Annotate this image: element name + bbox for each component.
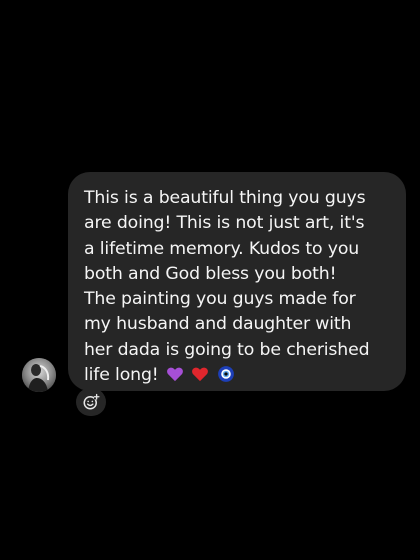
message-line: are doing! This is not just art, it's [84, 213, 365, 234]
message-line: her dada is going to be cherished [84, 339, 370, 360]
message-thread: This is a beautiful thing you guys are d… [0, 0, 420, 560]
message-line: my husband and daughter with [84, 314, 352, 335]
message-bubble[interactable]: This is a beautiful thing you guys are d… [68, 172, 406, 391]
message-line: This is a beautiful thing you guys [84, 188, 366, 208]
add-reaction-icon [83, 393, 100, 410]
nazar-amulet-icon [217, 366, 234, 382]
red-heart-icon [192, 367, 209, 382]
sender-avatar[interactable] [22, 358, 56, 392]
purple-heart-icon [166, 367, 183, 382]
avatar-image [22, 358, 56, 392]
message-line: both and God bless you both! [84, 263, 337, 284]
add-reaction-button[interactable] [76, 388, 106, 416]
message-line-text: life long! [84, 365, 159, 386]
message-line: a lifetime memory. Kudos to you [84, 238, 360, 259]
message-line: The painting you guys made for [84, 289, 356, 310]
emoji-group [159, 365, 235, 385]
message-last-line: life long! [84, 363, 396, 388]
